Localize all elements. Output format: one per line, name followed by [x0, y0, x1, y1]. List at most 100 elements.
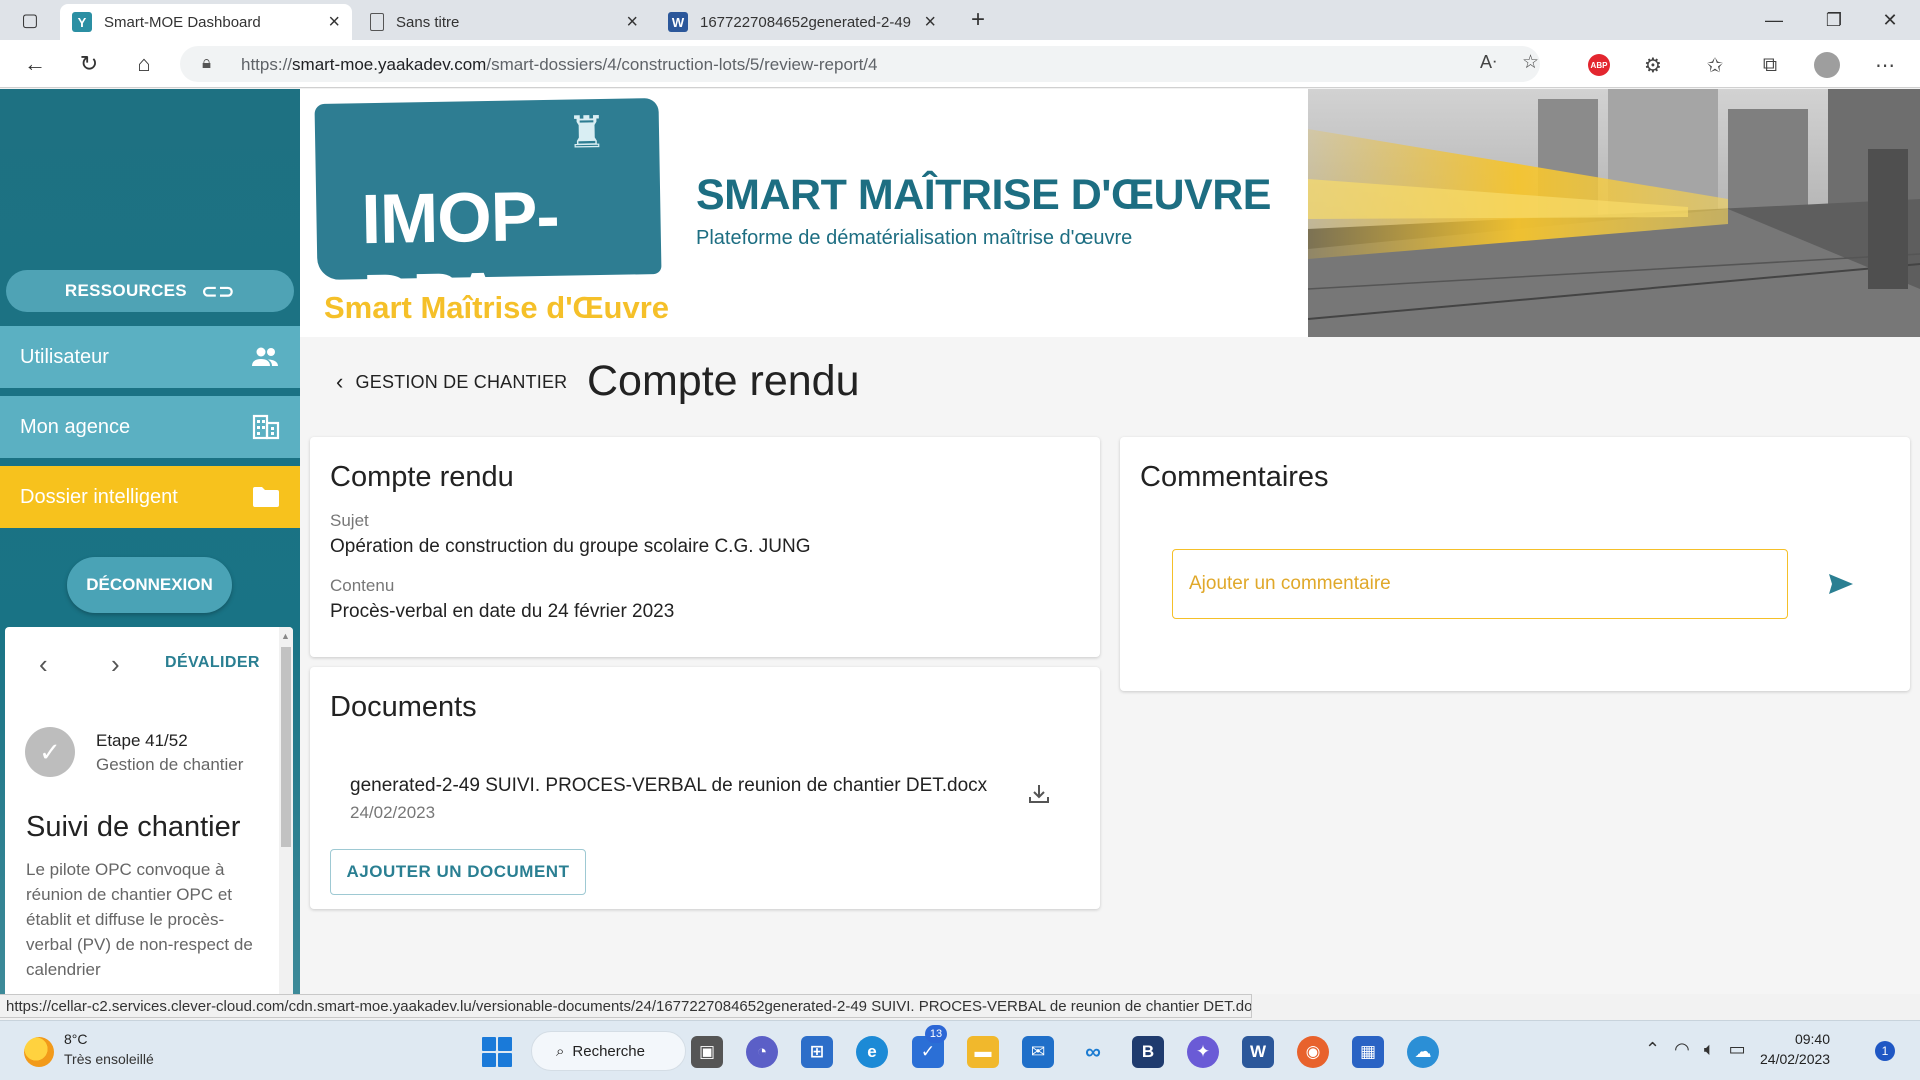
- mail-icon[interactable]: ✉: [1022, 1036, 1054, 1068]
- wifi-icon[interactable]: ◠: [1674, 1039, 1690, 1060]
- tab-title: Smart-MOE Dashboard: [104, 13, 261, 31]
- chevron-up-icon[interactable]: ⌃: [1645, 1039, 1660, 1060]
- windows-start-icon[interactable]: [482, 1037, 512, 1067]
- step-panel: ‹ › DÉVALIDER ✓ Etape 41/52 Gestion de c…: [5, 627, 293, 994]
- teams-chat-icon[interactable]: ◔: [746, 1036, 778, 1068]
- step-description: Le pilote OPC convoque à réunion de chan…: [26, 860, 253, 979]
- browser-toolbar: ← ↻ ⌂ 🔒︎ https://smart-moe.yaakadev.com/…: [0, 40, 1920, 88]
- sidebar-item-utilisateur[interactable]: Utilisateur: [0, 326, 300, 388]
- profile-avatar-icon[interactable]: [1812, 50, 1842, 80]
- resources-button[interactable]: RESSOURCES ⊂⊃: [6, 270, 294, 312]
- home-icon[interactable]: ⌂: [127, 48, 161, 80]
- sidebar: RESSOURCES ⊂⊃ Utilisateur Mon agence Dos…: [0, 89, 300, 994]
- refresh-icon[interactable]: ↻: [72, 48, 106, 80]
- link-status-url: https://cellar-c2.services.clever-cloud.…: [0, 994, 1252, 1018]
- collections-icon[interactable]: ⧉: [1755, 50, 1785, 80]
- blank-page-icon: [370, 13, 384, 31]
- system-tray: ⌃ ◠ 🔈︎ ▭: [1645, 1039, 1746, 1060]
- sidebar-item-mon-agence[interactable]: Mon agence: [0, 396, 300, 458]
- close-window-icon[interactable]: ✕: [1862, 0, 1918, 40]
- copilot-icon[interactable]: ✦: [1187, 1036, 1219, 1068]
- weather-temperature[interactable]: 8°C: [64, 1031, 88, 1047]
- download-icon[interactable]: [1024, 779, 1054, 809]
- comments-card: Commentaires: [1120, 437, 1910, 691]
- tab-smart-moe[interactable]: Y Smart-MOE Dashboard ×: [60, 4, 352, 40]
- add-favorite-icon[interactable]: ☆: [1522, 51, 1539, 74]
- chevron-left-icon: ‹: [336, 369, 344, 394]
- file-explorer-icon[interactable]: ▬: [967, 1036, 999, 1068]
- brand-title: SMART MAÎTRISE D'ŒUVRE: [696, 171, 1271, 219]
- close-tab-icon[interactable]: ×: [328, 11, 340, 34]
- next-step-icon[interactable]: ›: [111, 649, 120, 680]
- sidebar-item-label: Dossier intelligent: [20, 485, 178, 508]
- send-icon[interactable]: [1824, 567, 1858, 601]
- step-number: Etape 41/52: [96, 731, 188, 750]
- b-app-icon[interactable]: B: [1132, 1036, 1164, 1068]
- favorites-icon[interactable]: ✩: [1700, 50, 1730, 80]
- folder-icon: [253, 487, 279, 507]
- url-text: https://smart-moe.yaakadev.com/smart-dos…: [241, 55, 877, 75]
- close-tab-icon[interactable]: ×: [626, 11, 638, 34]
- add-document-button[interactable]: AJOUTER UN DOCUMENT: [330, 849, 586, 895]
- adblock-icon[interactable]: ABP: [1584, 50, 1614, 80]
- calendar-icon[interactable]: ▦: [1352, 1036, 1384, 1068]
- more-menu-icon[interactable]: ⋯: [1870, 50, 1900, 80]
- tab-word-document[interactable]: W 1677227084652generated-2-49 S ×: [656, 4, 948, 40]
- weather-description[interactable]: Très ensoleillé: [64, 1051, 154, 1067]
- edge-browser-icon[interactable]: e: [856, 1036, 888, 1068]
- search-icon: ⌕: [556, 1042, 565, 1060]
- documents-card: Documents generated-2-49 SUIVI. PROCES-V…: [310, 667, 1100, 909]
- url-host: smart-moe.yaakadev.com: [292, 55, 487, 74]
- scrollbar-thumb[interactable]: [281, 647, 291, 847]
- read-aloud-icon[interactable]: Aᐧ: [1480, 52, 1497, 73]
- url-path: /smart-dossiers/4/construction-lots/5/re…: [486, 55, 878, 74]
- back-link-label: GESTION DE CHANTIER: [355, 371, 568, 392]
- volume-icon[interactable]: 🔈︎: [1704, 1039, 1715, 1060]
- close-tab-icon[interactable]: ×: [924, 11, 936, 34]
- building-icon: [252, 414, 280, 440]
- sidebar-item-dossier-intelligent[interactable]: Dossier intelligent: [0, 466, 300, 528]
- brand-subtitle: Plateforme de dématérialisation maîtrise…: [696, 227, 1133, 249]
- logo-subtitle: Smart Maîtrise d'Œuvre: [324, 290, 670, 325]
- previous-step-icon[interactable]: ‹: [39, 649, 48, 680]
- clock-date[interactable]: 24/02/2023: [1760, 1051, 1830, 1067]
- browser-tab-bar: ▢ Y Smart-MOE Dashboard × Sans titre × W…: [0, 0, 1920, 40]
- paperclip-icon: ⊂⊃: [200, 280, 236, 303]
- minimize-icon[interactable]: —: [1746, 0, 1802, 40]
- users-icon: [252, 347, 278, 366]
- battery-icon[interactable]: ▭: [1729, 1039, 1746, 1060]
- back-to-gestion-chantier-link[interactable]: ‹ GESTION DE CHANTIER: [336, 369, 567, 395]
- logout-button[interactable]: DÉCONNEXION: [67, 557, 232, 613]
- tab-sans-titre[interactable]: Sans titre ×: [358, 4, 650, 40]
- chat-app-icon[interactable]: ☁: [1407, 1036, 1439, 1068]
- yaakadev-y-icon: Y: [72, 12, 92, 32]
- taskbar-search[interactable]: ⌕ Recherche: [531, 1031, 686, 1071]
- tab-title: Sans titre: [396, 13, 460, 31]
- devalider-button[interactable]: DÉVALIDER: [165, 654, 260, 672]
- report-card-title: Compte rendu: [330, 461, 514, 493]
- firefox-icon[interactable]: ◉: [1297, 1036, 1329, 1068]
- back-arrow-icon[interactable]: ←: [18, 48, 52, 80]
- notification-badge[interactable]: 1: [1875, 1041, 1895, 1061]
- sun-weather-icon[interactable]: [24, 1037, 54, 1067]
- task-view-icon[interactable]: ▣: [691, 1036, 723, 1068]
- comments-card-title: Commentaires: [1140, 461, 1329, 493]
- main-content: ‹ GESTION DE CHANTIER Compte rendu Compt…: [300, 337, 1920, 994]
- extensions-icon[interactable]: ⚙: [1638, 50, 1668, 80]
- restore-icon[interactable]: ❐: [1806, 0, 1862, 40]
- address-bar[interactable]: 🔒︎ https://smart-moe.yaakadev.com/smart-…: [180, 46, 1540, 82]
- step-phase: Gestion de chantier: [96, 755, 244, 774]
- word-icon[interactable]: W: [1242, 1036, 1274, 1068]
- infinity-app-icon[interactable]: ∞: [1077, 1036, 1109, 1068]
- tab-title: 1677227084652generated-2-49 S: [700, 13, 917, 31]
- store-icon[interactable]: ⊞: [801, 1036, 833, 1068]
- clock-time[interactable]: 09:40: [1760, 1031, 1830, 1047]
- new-tab-icon[interactable]: +: [958, 0, 998, 40]
- comment-input[interactable]: [1172, 549, 1788, 619]
- tab-actions-icon[interactable]: ▢: [8, 0, 52, 40]
- tram-street-illustration: [1308, 89, 1920, 337]
- scroll-up-icon[interactable]: ▲: [281, 631, 290, 641]
- document-date: 24/02/2023: [350, 803, 436, 822]
- step-panel-scrollbar[interactable]: ▲: [279, 627, 293, 994]
- document-name[interactable]: generated-2-49 SUIVI. PROCES-VERBAL de r…: [350, 775, 987, 797]
